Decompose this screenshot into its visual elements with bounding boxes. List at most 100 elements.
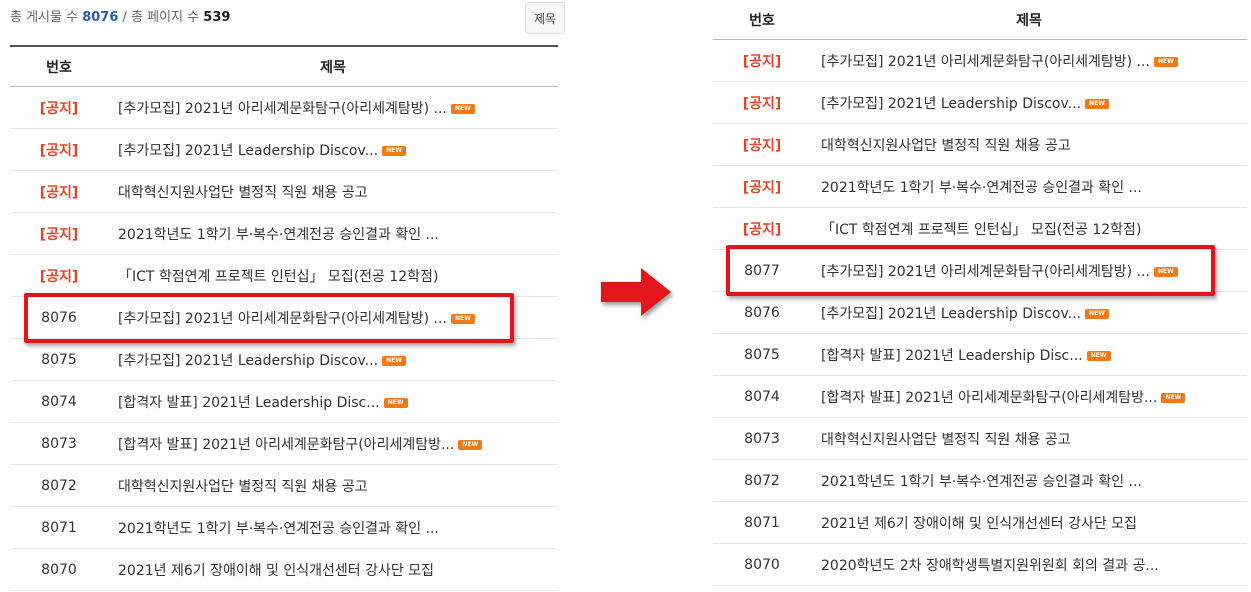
pages-count: 539 (203, 10, 231, 25)
table-row[interactable]: 8074 [합격자 발표] 2021년 아리세계문화탐구(아리세계탐방... NEW (713, 375, 1247, 418)
post-title-cell: [추가모집] 2021년 아리세계문화탐구(아리세계탐방) ... NEW (811, 39, 1247, 82)
post-title-cell: 대학혁신지원사업단 별정직 직원 채용 공고 (811, 123, 1247, 166)
table-row[interactable]: [공지] [추가모집] 2021년 Leadership Discov... NEW (10, 128, 558, 171)
table-row[interactable]: 8076 [추가모집] 2021년 아리세계문화탐구(아리세계탐방) ... NEW (10, 296, 558, 339)
post-number: 8074 (10, 380, 108, 423)
table-row[interactable]: [공지] [추가모집] 2021년 Leadership Discov... NEW (713, 81, 1247, 124)
post-title-cell: [추가모집] 2021년 아리세계문화탐구(아리세계탐방) ... NEW (108, 296, 558, 339)
notice-label: [공지] (10, 212, 108, 255)
post-title-link[interactable]: [추가모집] 2021년 Leadership Discov... (118, 353, 378, 369)
post-number: 8071 (10, 506, 108, 549)
new-badge-icon: NEW (458, 439, 483, 450)
column-header-title: 제목 (108, 46, 558, 87)
post-number: 8072 (713, 459, 811, 502)
post-title-cell: 「ICT 학점연계 프로젝트 인턴십」 모집(전공 12학점) (811, 207, 1247, 250)
table-row[interactable]: 8073 [합격자 발표] 2021년 아리세계문화탐구(아리세계탐방... NEW (10, 422, 558, 465)
post-title-cell: 2021학년도 1학기 부·복수·연계전공 승인결과 확인 ... (108, 212, 558, 255)
table-row[interactable]: 8075 [추가모집] 2021년 Leadership Discov... NEW (10, 338, 558, 381)
table-row[interactable]: 8076 [추가모집] 2021년 Leadership Discov... NEW (713, 291, 1247, 334)
new-badge-icon: NEW (382, 355, 407, 366)
pages-label: 총 페이지 수 (131, 10, 200, 25)
table-row[interactable]: [공지] 대학혁신지원사업단 별정직 직원 채용 공고 (10, 170, 558, 213)
post-title-link[interactable]: 2021학년도 1학기 부·복수·연계전공 승인결과 확인 ... (118, 521, 439, 537)
table-row[interactable]: 8071 2021학년도 1학기 부·복수·연계전공 승인결과 확인 ... (10, 506, 558, 549)
post-title-cell: 2020학년도 2차 장애학생특별지원위원회 회의 결과 공... (811, 543, 1247, 586)
post-title-cell: [추가모집] 2021년 Leadership Discov... NEW (108, 128, 558, 171)
post-title-link[interactable]: 2021년 제6기 장애이해 및 인식개선센터 강사단 모집 (118, 563, 434, 579)
table-header-row: 번호 제목 (713, 0, 1247, 40)
new-badge-icon: NEW (382, 145, 407, 156)
notice-label: [공지] (10, 128, 108, 171)
post-title-cell: 대학혁신지원사업단 별정직 직원 채용 공고 (108, 464, 558, 507)
table-row[interactable]: [공지] 대학혁신지원사업단 별정직 직원 채용 공고 (713, 123, 1247, 166)
post-title-cell: [합격자 발표] 2021년 아리세계문화탐구(아리세계탐방... NEW (811, 375, 1247, 418)
post-number: 8072 (10, 464, 108, 507)
post-title-link[interactable]: 2021학년도 1학기 부·복수·연계전공 승인결과 확인 ... (118, 227, 439, 243)
post-title-link[interactable]: 대학혁신지원사업단 별정직 직원 채용 공고 (118, 479, 368, 495)
table-row[interactable]: 8077 [추가모집] 2021년 아리세계문화탐구(아리세계탐방) ... NEW (713, 249, 1247, 292)
new-badge-icon: NEW (1085, 308, 1110, 319)
post-title-link[interactable]: [합격자 발표] 2021년 아리세계문화탐구(아리세계탐방... (821, 390, 1157, 406)
table-row[interactable]: 8072 2021학년도 1학기 부·복수·연계전공 승인결과 확인 ... (713, 459, 1247, 502)
post-title-cell: [추가모집] 2021년 아리세계문화탐구(아리세계탐방) ... NEW (811, 249, 1247, 292)
post-title-cell: 「ICT 학점연계 프로젝트 인턴십」 모집(전공 12학점) (108, 254, 558, 297)
post-title-link[interactable]: [추가모집] 2021년 아리세계문화탐구(아리세계탐방) ... (821, 264, 1150, 280)
post-title-link[interactable]: [추가모집] 2021년 Leadership Discov... (821, 306, 1081, 322)
post-title-link[interactable]: [합격자 발표] 2021년 아리세계문화탐구(아리세계탐방... (118, 437, 454, 453)
post-title-link[interactable]: [추가모집] 2021년 아리세계문화탐구(아리세계탐방) ... (821, 54, 1150, 70)
column-header-title: 제목 (811, 0, 1247, 40)
post-title-link[interactable]: 「ICT 학점연계 프로젝트 인턴십」 모집(전공 12학점) (821, 222, 1141, 238)
post-title-link[interactable]: 2020학년도 2차 장애학생특별지원위원회 회의 결과 공... (821, 558, 1159, 574)
post-title-link[interactable]: 2021학년도 1학기 부·복수·연계전공 승인결과 확인 ... (821, 180, 1142, 196)
post-number: 8070 (10, 548, 108, 591)
post-title-link[interactable]: [추가모집] 2021년 아리세계문화탐구(아리세계탐방) ... (118, 101, 447, 117)
table-row[interactable]: [공지] 2021학년도 1학기 부·복수·연계전공 승인결과 확인 ... (10, 212, 558, 255)
post-number: 8075 (10, 338, 108, 381)
post-title-cell: [합격자 발표] 2021년 아리세계문화탐구(아리세계탐방... NEW (108, 422, 558, 465)
notice-label: [공지] (10, 170, 108, 213)
notice-label: [공지] (10, 86, 108, 129)
posts-count: 8076 (82, 10, 119, 25)
post-title-cell: [합격자 발표] 2021년 Leadership Disc... NEW (811, 333, 1247, 376)
table-row[interactable]: 8073 대학혁신지원사업단 별정직 직원 채용 공고 (713, 417, 1247, 460)
post-title-link[interactable]: 대학혁신지원사업단 별정직 직원 채용 공고 (821, 138, 1071, 154)
table-row[interactable]: [공지] 2021학년도 1학기 부·복수·연계전공 승인결과 확인 ... (713, 165, 1247, 208)
table-row[interactable]: [공지] [추가모집] 2021년 아리세계문화탐구(아리세계탐방) ... NEW (10, 86, 558, 129)
new-badge-icon: NEW (1161, 392, 1186, 403)
table-row[interactable]: 8075 [합격자 발표] 2021년 Leadership Disc... NEW (713, 333, 1247, 376)
post-number: 8071 (713, 501, 811, 544)
post-title-link[interactable]: [추가모집] 2021년 아리세계문화탐구(아리세계탐방) ... (118, 311, 447, 327)
post-title-cell: [합격자 발표] 2021년 Leadership Disc... NEW (108, 380, 558, 423)
table-row[interactable]: [공지] 「ICT 학점연계 프로젝트 인턴십」 모집(전공 12학점) (713, 207, 1247, 250)
table-row[interactable]: 8070 2021년 제6기 장애이해 및 인식개선센터 강사단 모집 (10, 548, 558, 591)
post-title-link[interactable]: 대학혁신지원사업단 별정직 직원 채용 공고 (118, 185, 368, 201)
post-number: 8076 (10, 296, 108, 339)
table-row[interactable]: 8070 2020학년도 2차 장애학생특별지원위원회 회의 결과 공... (713, 543, 1247, 586)
post-title-link[interactable]: [추가모집] 2021년 Leadership Discov... (821, 96, 1081, 112)
table-row[interactable]: 8074 [합격자 발표] 2021년 Leadership Disc... NEW (10, 380, 558, 423)
post-title-link[interactable]: 대학혁신지원사업단 별정직 직원 채용 공고 (821, 432, 1071, 448)
post-number: 8073 (713, 417, 811, 460)
post-title-cell: 대학혁신지원사업단 별정직 직원 채용 공고 (108, 170, 558, 213)
post-title-cell: [추가모집] 2021년 Leadership Discov... NEW (811, 291, 1247, 334)
post-title-link[interactable]: 2021학년도 1학기 부·복수·연계전공 승인결과 확인 ... (821, 474, 1142, 490)
table-row[interactable]: 8071 2021년 제6기 장애이해 및 인식개선센터 강사단 모집 (713, 501, 1247, 544)
post-title-link[interactable]: [합격자 발표] 2021년 Leadership Disc... (821, 348, 1083, 364)
table-row[interactable]: [공지] [추가모집] 2021년 아리세계문화탐구(아리세계탐방) ... NEW (713, 39, 1247, 82)
post-title-cell: [추가모집] 2021년 Leadership Discov... NEW (108, 338, 558, 381)
board-summary: 총 게시물 수 8076 / 총 페이지 수 539 (10, 0, 230, 38)
search-field-select[interactable]: 제목 (525, 2, 565, 34)
summary-separator: / (122, 10, 127, 25)
post-title-link[interactable]: 2021년 제6기 장애이해 및 인식개선센터 강사단 모집 (821, 516, 1137, 532)
new-badge-icon: NEW (1153, 56, 1178, 67)
post-title-link[interactable]: 「ICT 학점연계 프로젝트 인턴십」 모집(전공 12학점) (118, 269, 438, 285)
post-title-link[interactable]: [합격자 발표] 2021년 Leadership Disc... (118, 395, 380, 411)
notice-label: [공지] (713, 165, 811, 208)
notice-label: [공지] (713, 207, 811, 250)
post-number: 8074 (713, 375, 811, 418)
table-row[interactable]: 8072 대학혁신지원사업단 별정직 직원 채용 공고 (10, 464, 558, 507)
post-title-link[interactable]: [추가모집] 2021년 Leadership Discov... (118, 143, 378, 159)
post-title-cell: 2021학년도 1학기 부·복수·연계전공 승인결과 확인 ... (811, 459, 1247, 502)
new-badge-icon: NEW (1086, 350, 1111, 361)
table-row[interactable]: [공지] 「ICT 학점연계 프로젝트 인턴십」 모집(전공 12학점) (10, 254, 558, 297)
